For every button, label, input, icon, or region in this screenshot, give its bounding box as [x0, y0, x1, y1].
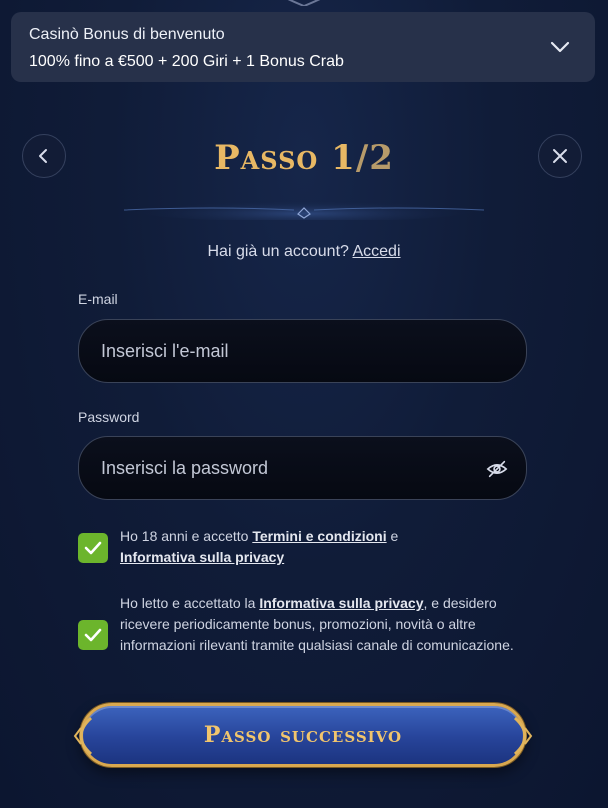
step-word: Passo	[214, 138, 319, 178]
consent1-text-before: Ho 18 anni e accetto	[120, 528, 253, 544]
password-input[interactable]	[99, 456, 506, 480]
privacy-link-2[interactable]: Informativa sulla privacy	[259, 595, 423, 611]
password-label: Password	[78, 409, 140, 425]
welcome-bonus-dropdown[interactable]: Casinò Bonus di benvenuto 100% fino a €5…	[11, 12, 595, 82]
bonus-offer: 100% fino a €500 + 200 Giri + 1 Bonus Cr…	[29, 53, 344, 70]
account-prompt-line: Hai già un account? Accedi	[0, 243, 608, 261]
consent1-text-middle: e	[386, 528, 399, 544]
check-icon	[84, 628, 102, 642]
login-link[interactable]: Accedi	[352, 243, 400, 260]
title-divider	[124, 194, 484, 220]
step-current: 1	[331, 138, 356, 178]
terms-checkbox[interactable]	[78, 533, 108, 563]
chevron-down-icon[interactable]	[549, 36, 571, 58]
password-field-container	[78, 436, 527, 500]
marketing-consent-text: Ho letto e accettato la Informativa sull…	[120, 593, 530, 656]
close-button[interactable]	[538, 134, 582, 178]
email-input[interactable]	[99, 339, 506, 363]
next-step-button[interactable]: Passo successivo	[73, 703, 533, 767]
terms-link[interactable]: Termini e condizioni	[252, 528, 386, 544]
button-ornament-left	[73, 716, 93, 756]
check-icon	[84, 541, 102, 555]
email-label: E-mail	[78, 291, 118, 307]
step-title: Passo 1/2	[0, 138, 608, 178]
top-ornament	[287, 0, 321, 6]
step-separator: /	[355, 138, 370, 178]
bonus-title: Casinò Bonus di benvenuto	[29, 26, 225, 43]
consent2-text-before: Ho letto e accettato la	[120, 595, 260, 611]
marketing-checkbox[interactable]	[78, 620, 108, 650]
step-total: 2	[369, 138, 394, 178]
account-prompt: Hai già un account?	[207, 243, 349, 260]
eye-off-icon[interactable]	[486, 458, 508, 480]
close-icon	[553, 149, 567, 163]
email-field-container	[78, 319, 527, 383]
next-step-label: Passo successivo	[203, 722, 403, 748]
terms-consent-text: Ho 18 anni e accetto Termini e condizion…	[120, 526, 530, 568]
privacy-link-1[interactable]: Informativa sulla privacy	[120, 549, 284, 565]
button-ornament-right	[513, 716, 533, 756]
